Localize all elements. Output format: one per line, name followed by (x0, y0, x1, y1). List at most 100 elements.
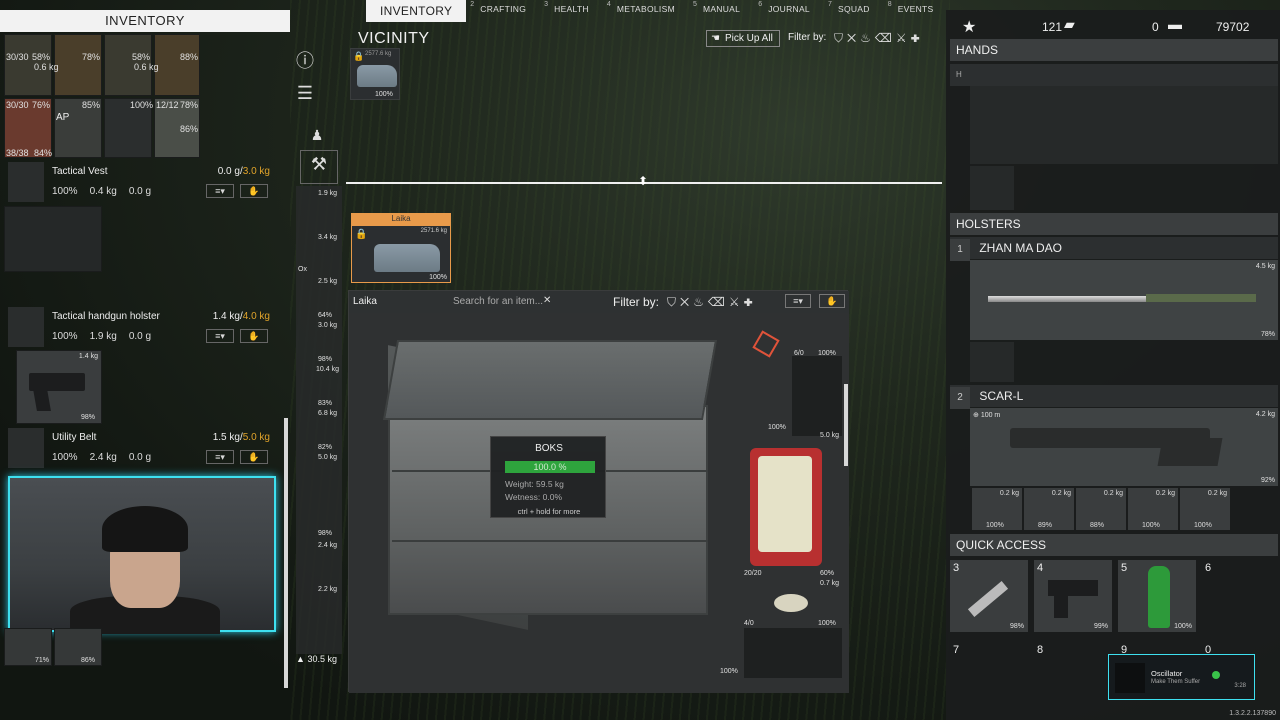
item-label: 4/0 (744, 620, 754, 627)
hands-section-header: HANDS (950, 39, 1278, 61)
equip-slot-label: 83% (318, 400, 333, 407)
utility-belt-row[interactable]: Utility Belt 1.5 kg/5.0 kg 100% 2.4 kg 0.0… (4, 428, 282, 476)
holster-row[interactable]: Tactical handgun holster 1.4 kg/4.0 kg 1… (4, 307, 282, 355)
container-item-tag[interactable] (748, 326, 780, 358)
weapon-name: SCAR-L (979, 389, 1024, 403)
chest-plank (392, 540, 708, 542)
quick-access-slot-8[interactable]: 8 (1037, 644, 1043, 656)
container-search-input[interactable]: Search for an item... (453, 296, 543, 307)
hands-item-area[interactable] (970, 86, 1278, 164)
sword-hilt (1146, 294, 1256, 302)
case-label (758, 456, 812, 552)
notification-subtitle: Make Them Suffer (1151, 679, 1201, 685)
sort-button[interactable]: ≡▾ (206, 184, 234, 198)
sort-list-icon[interactable]: ☰ (292, 80, 318, 106)
crafting-icon[interactable]: ⚒ (300, 150, 338, 184)
vicinity-vehicle-card[interactable]: 🔒 2577.6 kg 100% (350, 48, 400, 100)
hands-slot[interactable]: H (950, 64, 1278, 86)
tab-manual[interactable]: 5 MANUAL (689, 0, 754, 22)
laika-vehicle-card[interactable]: Laika 🔒 2571.6 kg 100% (351, 213, 451, 283)
vicinity-filter-icons[interactable]: ⛉✕♨⌫⚔✚ (834, 31, 924, 46)
gear-name: Tactical Vest (52, 166, 108, 177)
vest-storage-grid (4, 206, 102, 272)
slot-label: 78% (82, 52, 101, 62)
item-label: 100% (818, 620, 836, 627)
attachment-slot[interactable]: 0.2 kg 100% (972, 488, 1022, 530)
quick-action-button[interactable]: ✋ (240, 184, 268, 198)
container-sort-button[interactable]: ≡▾ (785, 294, 811, 308)
holster-slot-1-weapon[interactable]: 4.5 kg 78% (970, 260, 1278, 340)
pick-up-all-button[interactable]: ☚ Pick Up All (706, 30, 780, 47)
gear-weight: 1.4 kg/4.0 kg (212, 311, 270, 322)
quick-action-button[interactable]: ✋ (240, 450, 268, 464)
holster-slot-2-header[interactable]: 2 SCAR-L (950, 385, 1278, 409)
quick-access-slot-7[interactable]: 7 (953, 644, 959, 656)
inventory-scrollbar[interactable] (284, 418, 288, 688)
sort-button[interactable]: ≡▾ (206, 450, 234, 464)
resize-handle-icon[interactable]: ⬍ (638, 174, 648, 188)
container-item-case[interactable] (750, 448, 822, 566)
hands-sub-slot[interactable] (970, 166, 1014, 210)
equip-slot-label: 82% (318, 444, 333, 451)
attachment-slot[interactable]: 0.2 kg 89% (1024, 488, 1074, 530)
container-filter-icons[interactable]: ⛉✕♨⌫⚔✚ (667, 295, 757, 310)
weapon-weight: 4.2 kg (1255, 411, 1275, 418)
holster-slot-1-header[interactable]: 1 ZHAN MA DAO (950, 237, 1278, 261)
tab-inventory[interactable]: INVENTORY (366, 0, 467, 22)
tab-journal[interactable]: 6 JOURNAL (754, 0, 824, 22)
tab-events[interactable]: 8 EVENTS (884, 0, 948, 22)
gear-name: Utility Belt (52, 432, 97, 443)
sword-icon (988, 296, 1148, 302)
inventory-slot[interactable] (154, 34, 200, 96)
tab-squad[interactable]: 7 SQUAD (824, 0, 884, 22)
clear-search-icon[interactable]: ✕ (543, 295, 551, 306)
gear-stats: 100% 2.4 kg 0.0 g (52, 452, 152, 463)
slot-pct: 98% (1009, 623, 1024, 630)
tab-crafting[interactable]: 2 CRAFTING (466, 0, 540, 22)
equipment-slot-column (296, 186, 342, 654)
info-icon[interactable]: ⓘ (292, 48, 318, 74)
tactical-vest-row[interactable]: Tactical Vest 0.0 g/3.0 kg 100% 0.4 kg 0.0… (4, 162, 282, 210)
weapon-range: ⊕ 100 m (973, 412, 1001, 419)
music-notification: Oscillator Make Them Suffer 3:28 (1108, 654, 1255, 700)
container-quick-action-button[interactable]: ✋ (819, 294, 845, 308)
slot-pct: 86% (81, 657, 96, 664)
attachment-slot[interactable]: 0.2 kg 88% (1076, 488, 1126, 530)
album-art-icon (1115, 663, 1145, 693)
slot-label: 12/12 (156, 100, 179, 110)
container-scrollbar[interactable] (844, 384, 848, 466)
slot-label: 0.6 kg (34, 62, 59, 72)
quick-action-button[interactable]: ✋ (240, 329, 268, 343)
pistol-slot[interactable]: 1.4 kg 98% (16, 350, 102, 424)
holster-slot-1-sub[interactable] (970, 342, 1014, 382)
quick-access-slot-3[interactable]: 3 98% (950, 560, 1028, 632)
rifle-stock (1157, 438, 1223, 466)
container-item-bowl[interactable] (774, 594, 808, 612)
inventory-slot[interactable]: 71% (4, 628, 52, 666)
pistol-grip (33, 389, 51, 411)
container-slot[interactable] (744, 628, 842, 678)
item-label: 5.0 kg (820, 432, 840, 439)
slot-label: 85% (82, 100, 101, 110)
tab-health[interactable]: 3 HEALTH (540, 0, 603, 22)
inventory-slot[interactable] (54, 34, 102, 96)
sort-button[interactable]: ≡▾ (206, 329, 234, 343)
slot-label: 78% (180, 100, 199, 110)
character-icon[interactable]: ♟ (304, 122, 330, 148)
tab-metabolism[interactable]: 4 METABOLISM (603, 0, 689, 22)
hand-icon: ☚ (711, 33, 720, 44)
quick-access-slot-6[interactable]: 6 (1202, 560, 1280, 632)
equip-slot-label: 3.4 kg (318, 234, 338, 241)
slot-label: 38/38 (6, 148, 29, 158)
inventory-slot[interactable]: 86% (54, 628, 102, 666)
tooltip-weight: Weight: 59.5 kg (505, 479, 564, 489)
attachment-slot[interactable]: 0.2 kg 100% (1180, 488, 1230, 530)
holster-slot-2-weapon[interactable]: ⊕ 100 m 4.2 kg 92% (970, 408, 1278, 486)
webcam-person-beanie (102, 506, 188, 552)
attachment-slot[interactable]: 0.2 kg 100% (1128, 488, 1178, 530)
slot-label: 100% (130, 100, 154, 110)
container-slot[interactable] (792, 356, 842, 436)
quick-access-slot-4[interactable]: 4 99% (1034, 560, 1112, 632)
weapon-pct: 92% (1260, 477, 1275, 484)
quick-access-slot-5[interactable]: 5 100% (1118, 560, 1196, 632)
